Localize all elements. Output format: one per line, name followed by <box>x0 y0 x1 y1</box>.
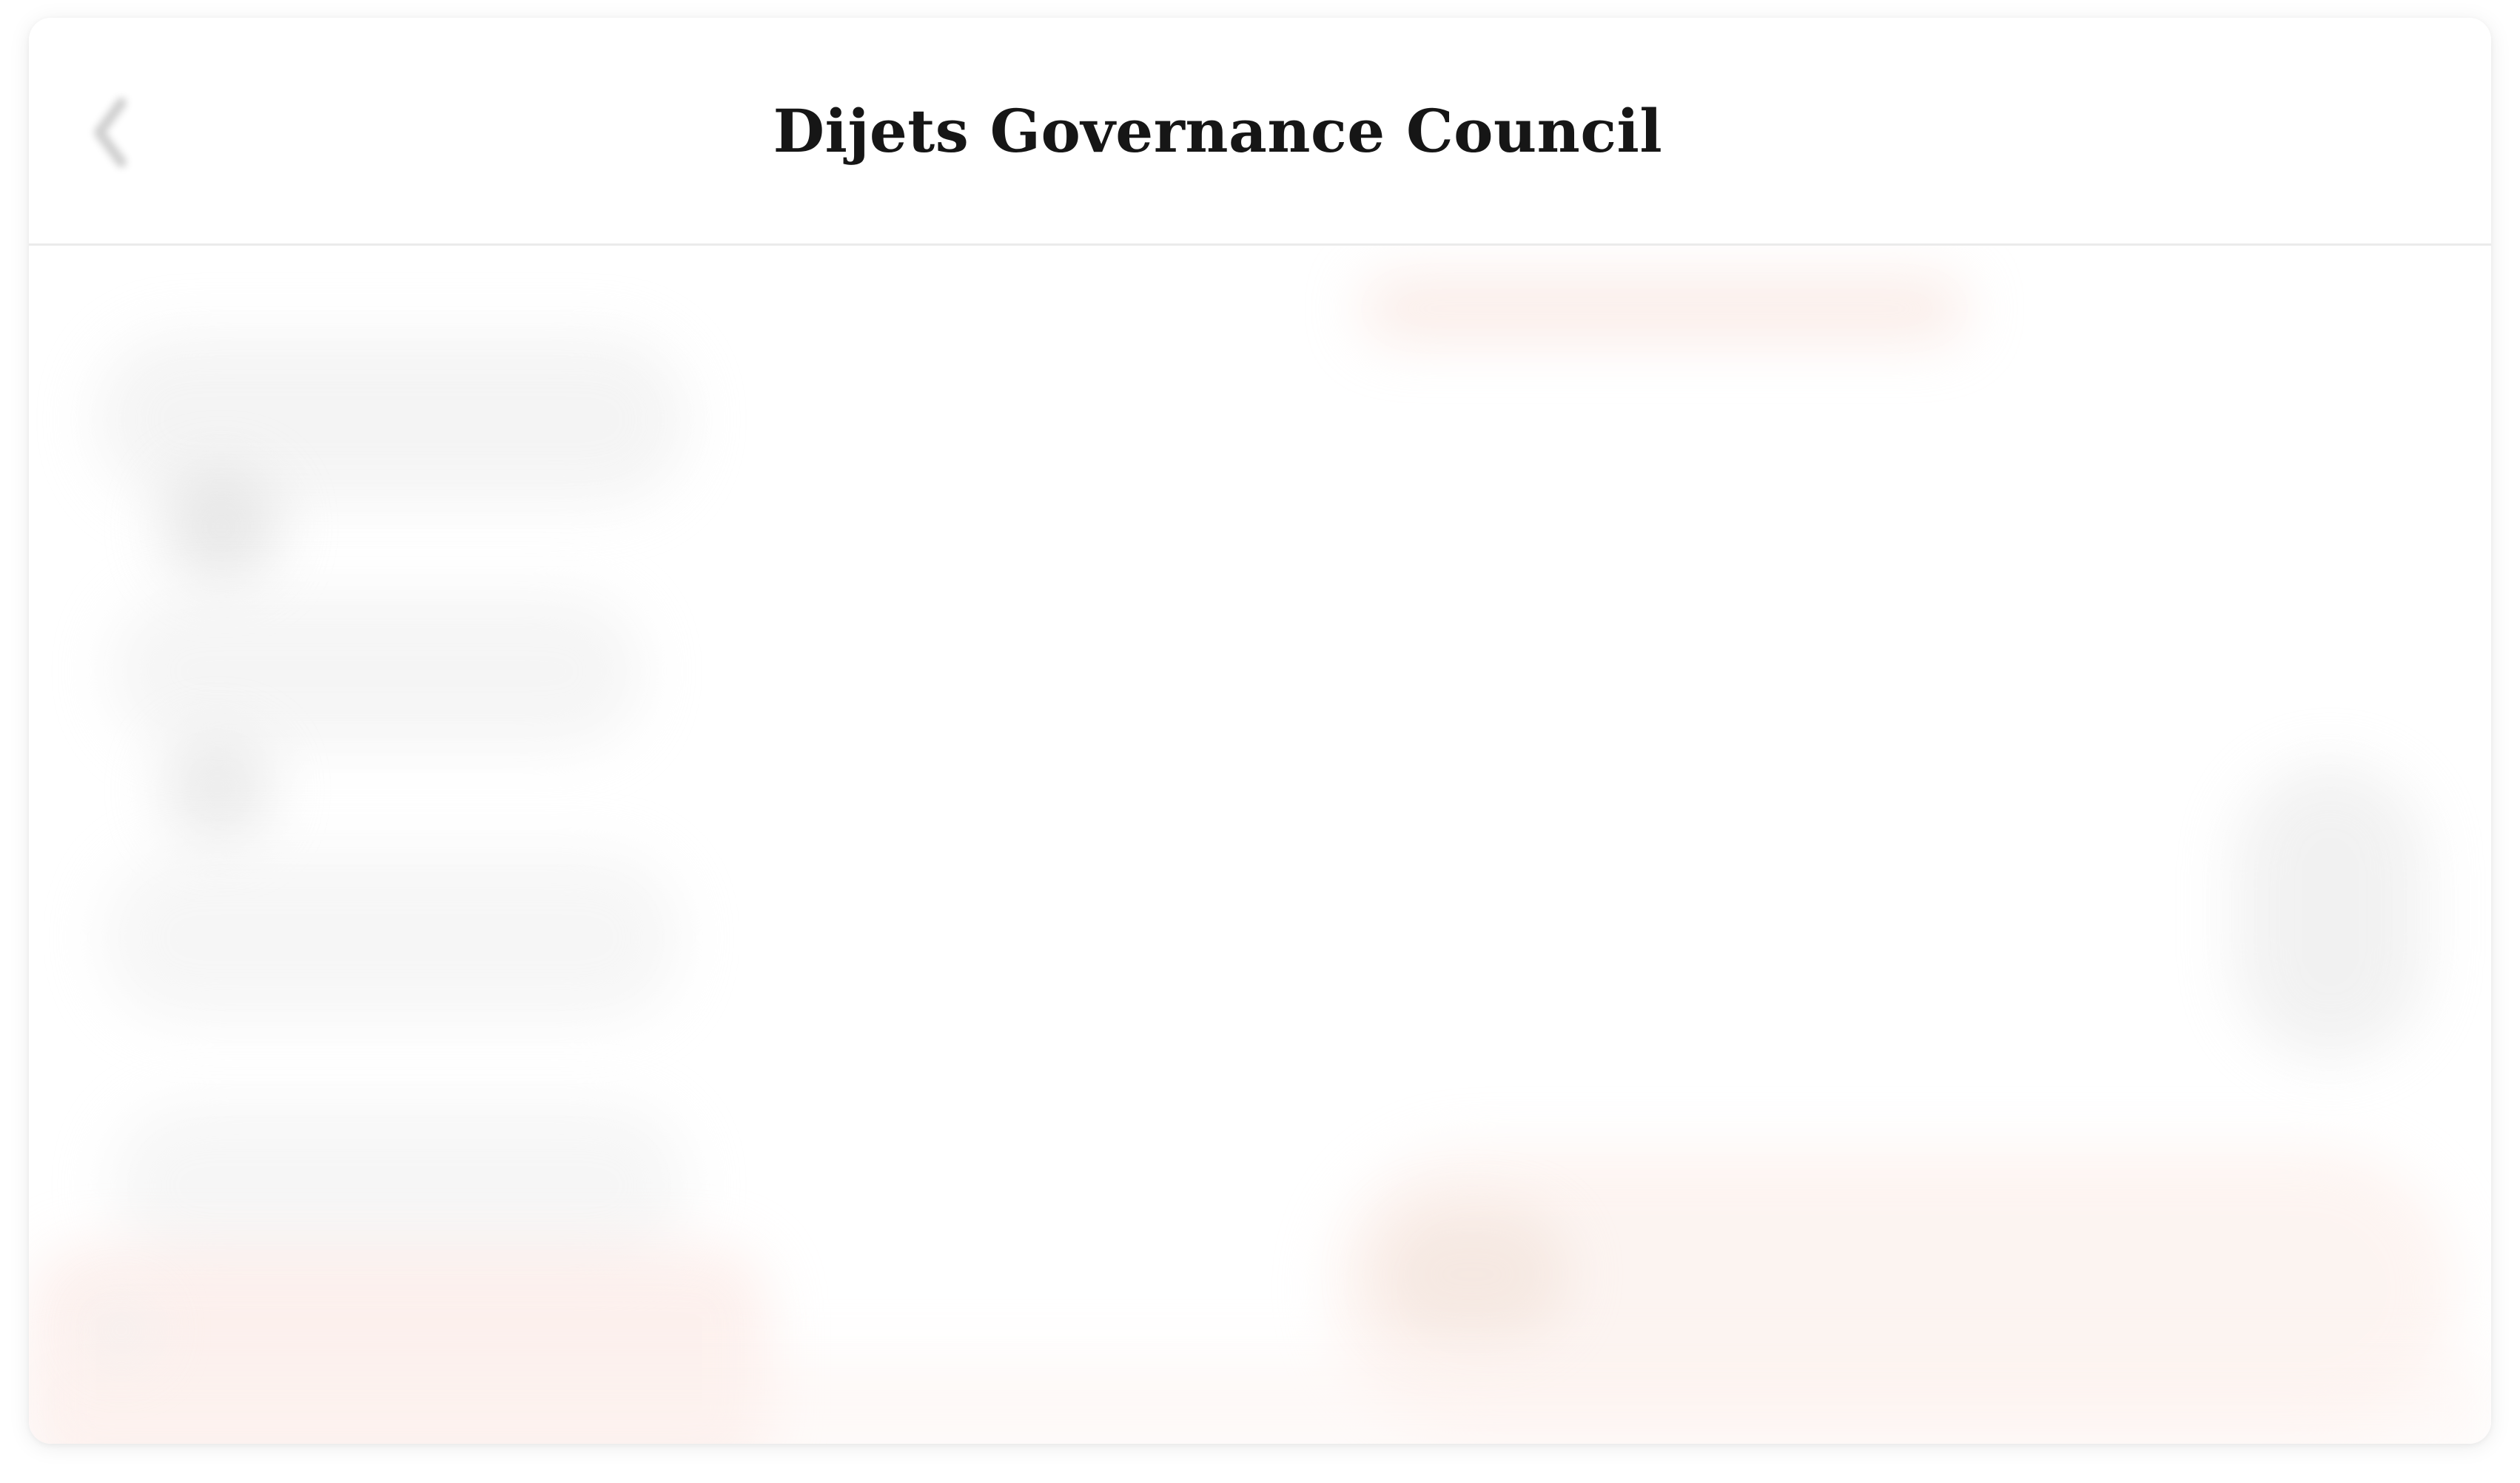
blurred-placeholder <box>162 468 280 586</box>
blurred-placeholder <box>110 1104 688 1267</box>
app-window: Dijets Governance Council <box>29 18 2491 1444</box>
blurred-placeholder <box>110 593 643 749</box>
blurred-placeholder <box>95 334 688 505</box>
blurred-placeholder <box>103 853 680 1023</box>
blurred-placeholder <box>1376 1208 1568 1341</box>
blurred-placeholder <box>29 1356 2491 1444</box>
content-area-blurred <box>29 246 2491 1444</box>
header-bar: Dijets Governance Council <box>29 18 2491 246</box>
blurred-placeholder <box>2234 764 2427 1060</box>
blurred-placeholder <box>88 1297 155 1363</box>
blurred-placeholder <box>1361 275 1968 342</box>
blurred-placeholder <box>162 734 273 845</box>
page-title: Dijets Governance Council <box>773 95 1663 166</box>
